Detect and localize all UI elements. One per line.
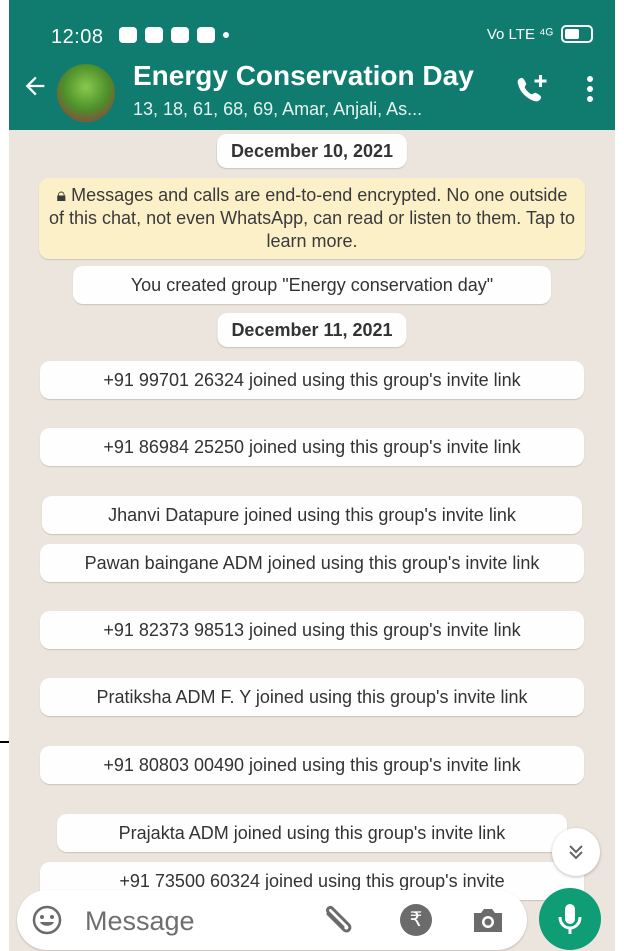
system-message: Pawan baingane ADM joined using this gro… [40, 544, 584, 582]
more-vert-icon[interactable] [585, 74, 595, 104]
gallery-notification-icon [145, 27, 163, 43]
message-notification-icon [197, 27, 215, 43]
camera-icon[interactable] [470, 905, 506, 935]
more-notifications-dot [223, 32, 229, 38]
app-notification-icon [119, 27, 137, 43]
attach-icon[interactable] [320, 904, 356, 938]
system-message: Jhanvi Datapure joined using this group'… [42, 496, 582, 534]
add-call-icon[interactable] [513, 72, 551, 104]
lock-icon: 🔒︎ [56, 185, 72, 205]
chat-area[interactable]: December 10, 2021 🔒︎ Messages and calls … [9, 130, 615, 900]
group-title[interactable]: Energy Conservation Day [133, 60, 474, 92]
rupee-icon[interactable]: ₹ [400, 904, 432, 936]
battery-icon [561, 25, 593, 43]
mic-icon [558, 904, 582, 934]
system-message: Pratiksha ADM F. Y joined using this gro… [40, 678, 584, 716]
app-header: 12:08 Vo LTE ⁴ᴳ Energy Conservation Day … [9, 0, 615, 130]
system-status-icons: Vo LTE ⁴ᴳ [487, 25, 593, 43]
system-message: You created group "Energy conservation d… [73, 266, 551, 304]
system-message: +91 82373 98513 joined using this group'… [40, 611, 584, 649]
signal-label: Vo LTE ⁴ᴳ [486, 25, 553, 43]
back-arrow-icon[interactable] [21, 72, 49, 100]
system-message: +91 86984 25250 joined using this group'… [40, 428, 584, 466]
message-composer: ₹ [17, 890, 527, 950]
group-avatar[interactable] [55, 62, 117, 124]
date-chip: December 11, 2021 [217, 313, 407, 347]
status-time: 12:08 [51, 26, 104, 48]
encryption-notice[interactable]: 🔒︎ Messages and calls are end-to-end enc… [39, 178, 585, 259]
group-members[interactable]: 13, 18, 61, 68, 69, Amar, Anjali, As... [133, 99, 422, 120]
system-message: +91 99701 26324 joined using this group'… [40, 361, 584, 399]
scroll-down-button[interactable] [552, 828, 600, 876]
system-message: Prajakta ADM joined using this group's i… [57, 814, 567, 852]
game-notification-icon [171, 27, 189, 43]
scroll-down-icon [569, 845, 583, 860]
system-message: +91 80803 00490 joined using this group'… [40, 746, 584, 784]
date-chip: December 10, 2021 [216, 134, 408, 168]
emoji-icon[interactable] [31, 904, 63, 936]
message-input[interactable] [83, 900, 297, 942]
phone-screen: 12:08 Vo LTE ⁴ᴳ Energy Conservation Day … [9, 0, 615, 951]
mic-button[interactable] [539, 888, 601, 950]
notification-icons [119, 27, 229, 43]
